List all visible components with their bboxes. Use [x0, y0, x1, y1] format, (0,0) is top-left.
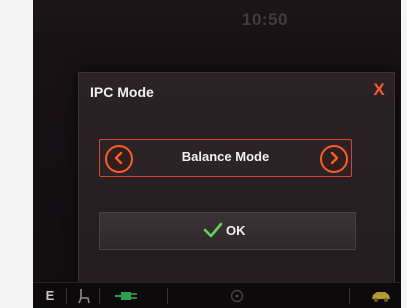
- divider: [99, 288, 100, 304]
- mode-value: Balance Mode: [181, 149, 270, 164]
- divider: [349, 288, 350, 304]
- close-button[interactable]: X: [370, 81, 388, 99]
- fan-icon[interactable]: [229, 287, 245, 305]
- charging-plug-icon[interactable]: [115, 287, 141, 305]
- infotainment-screen: 10:50 A A E E E IPC Mode X Balance Mode: [33, 0, 401, 308]
- car-icon[interactable]: [369, 287, 393, 305]
- mode-selector: Balance Mode: [99, 139, 352, 177]
- ok-button[interactable]: OK: [99, 212, 356, 250]
- checkmark-icon: [203, 222, 223, 238]
- clock: 10:50: [242, 10, 288, 29]
- drive-mode-letter[interactable]: E: [43, 287, 57, 305]
- divider: [66, 288, 67, 304]
- chevron-right-icon: [330, 151, 339, 165]
- seat-icon[interactable]: [75, 287, 93, 305]
- previous-mode-button[interactable]: [105, 145, 133, 173]
- next-mode-button[interactable]: [320, 145, 348, 173]
- status-bar: 10:50: [33, 0, 401, 40]
- photo-frame: 10:50 A A E E E IPC Mode X Balance Mode: [0, 0, 407, 308]
- ok-label: OK: [226, 223, 246, 238]
- ipc-mode-dialog: IPC Mode X Balance Mode OK: [78, 72, 395, 284]
- bottom-bar: E: [33, 282, 401, 308]
- divider: [167, 288, 168, 304]
- dialog-title: IPC Mode: [90, 84, 154, 100]
- chevron-left-icon: [114, 151, 123, 165]
